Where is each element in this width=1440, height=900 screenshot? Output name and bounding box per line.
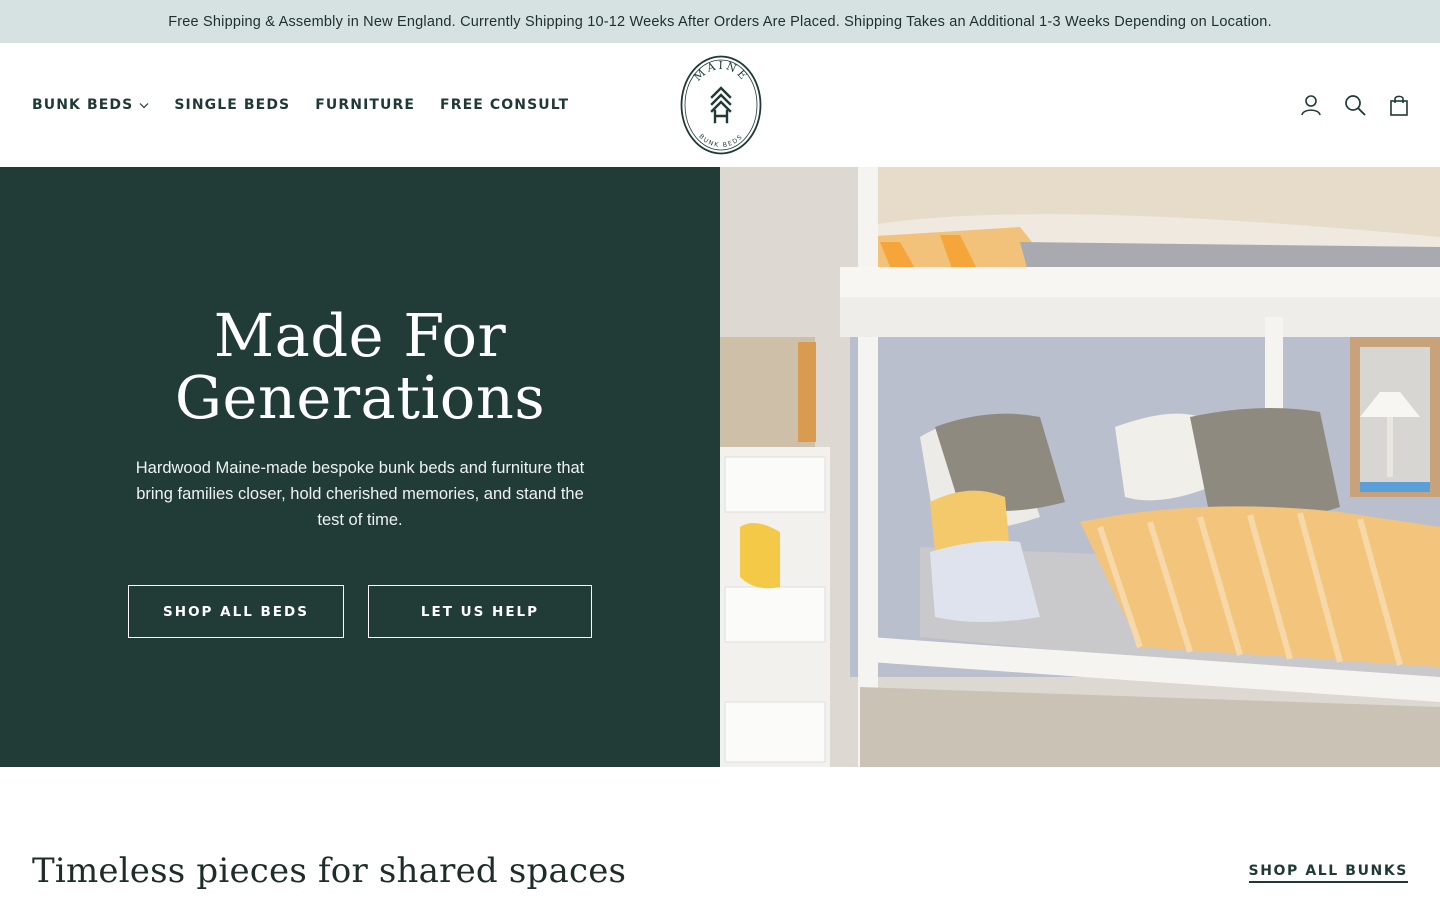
hero: Made For Generations Hardwood Maine-made…	[0, 167, 1440, 767]
nav-item-single-beds[interactable]: SINGLE BEDS	[174, 97, 290, 113]
nav-item-label: FURNITURE	[315, 97, 416, 113]
hero-image	[720, 167, 1440, 767]
section-title: Timeless pieces for shared spaces	[32, 851, 627, 891]
nav-item-label: FREE CONSULT	[440, 97, 570, 113]
shop-all-bunks-link[interactable]: SHOP ALL BUNKS	[1248, 863, 1408, 883]
nav-item-label: SINGLE BEDS	[174, 97, 291, 113]
tree-icon	[710, 86, 732, 124]
logo[interactable]: MAINE BUNK BEDS	[680, 55, 762, 155]
hero-buttons: SHOP ALL BEDS LET US HELP	[128, 585, 592, 638]
nav-item-bunk-beds[interactable]: BUNK BEDS	[32, 97, 149, 113]
hero-title: Made For Generations	[174, 301, 546, 432]
nav-item-label: BUNK BEDS	[32, 97, 134, 113]
cart-icon[interactable]	[1388, 94, 1410, 116]
chevron-down-icon	[139, 103, 149, 109]
account-icon[interactable]	[1300, 94, 1322, 116]
svg-text:BUNK BEDS: BUNK BEDS	[697, 133, 744, 149]
nav-item-furniture[interactable]: FURNITURE	[315, 97, 415, 113]
let-us-help-button[interactable]: LET US HELP	[368, 585, 592, 638]
main-nav: BUNK BEDS SINGLE BEDS FURNITURE FREE CON…	[32, 97, 569, 113]
nav-item-free-consult[interactable]: FREE CONSULT	[440, 97, 569, 113]
announcement-text: Free Shipping & Assembly in New England.…	[168, 13, 1272, 30]
announcement-bar: Free Shipping & Assembly in New England.…	[0, 0, 1440, 43]
bunk-bed-photo	[720, 167, 1440, 767]
header-icons	[1300, 43, 1410, 167]
hero-subtitle: Hardwood Maine-made bespoke bunk beds an…	[135, 459, 585, 529]
search-icon[interactable]	[1344, 94, 1366, 116]
shop-all-beds-button[interactable]: SHOP ALL BEDS	[128, 585, 344, 638]
logo-bottom-text: BUNK BEDS	[697, 133, 743, 149]
hero-text-panel: Made For Generations Hardwood Maine-made…	[0, 167, 720, 767]
featured-section-header: Timeless pieces for shared spaces SHOP A…	[0, 767, 1440, 900]
site-header: BUNK BEDS SINGLE BEDS FURNITURE FREE CON…	[0, 43, 1440, 167]
